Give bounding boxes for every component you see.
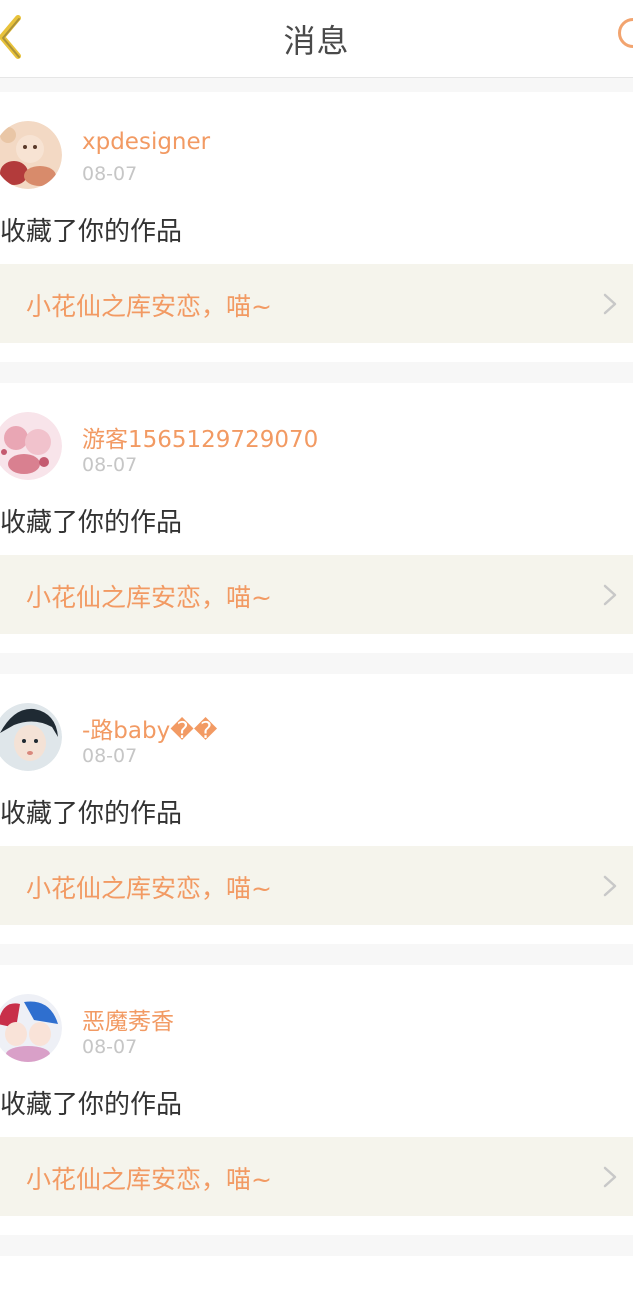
action-text: 收藏了你的作品 (0, 799, 183, 829)
avatar[interactable] (0, 703, 62, 771)
chevron-right-icon (603, 293, 617, 315)
action-text: 收藏了你的作品 (0, 1090, 183, 1120)
avatar[interactable] (0, 412, 62, 480)
username[interactable]: 恶魔莠香 (82, 1002, 174, 1036)
work-link[interactable]: 小花仙之库安恋，喵~ (0, 264, 633, 343)
avatar[interactable] (0, 994, 62, 1062)
username[interactable]: -路baby�� (82, 711, 217, 745)
message-date: 08-07 (82, 1036, 138, 1058)
work-title: 小花仙之库安恋，喵~ (26, 1165, 272, 1194)
message-card: xpdesigner 08-07 收藏了你的作品 小花仙之库安恋，喵~ (0, 92, 633, 362)
work-link[interactable]: 小花仙之库安恋，喵~ (0, 1137, 633, 1216)
page-title: 消息 (283, 22, 350, 60)
chevron-right-icon (603, 584, 617, 606)
action-text: 收藏了你的作品 (0, 217, 183, 247)
message-list: xpdesigner 08-07 收藏了你的作品 小花仙之库安恋，喵~ 游客15… (0, 92, 633, 1316)
message-card: 恶魔莠香 08-07 收藏了你的作品 小花仙之库安恋，喵~ (0, 965, 633, 1235)
message-card: 游客1565129729070 08-07 收藏了你的作品 小花仙之库安恋，喵~ (0, 383, 633, 653)
work-link[interactable]: 小花仙之库安恋，喵~ (0, 555, 633, 634)
message-card: -路baby�� 08-07 收藏了你的作品 小花仙之库安恋，喵~ (0, 674, 633, 944)
avatar[interactable] (0, 121, 62, 189)
work-link[interactable]: 小花仙之库安恋，喵~ (0, 846, 633, 925)
chevron-right-icon (603, 1166, 617, 1188)
username[interactable]: 游客1565129729070 (82, 420, 318, 454)
work-title: 小花仙之库安恋，喵~ (26, 583, 272, 612)
action-text: 收藏了你的作品 (0, 508, 183, 538)
username[interactable]: xpdesigner (82, 129, 210, 155)
chevron-right-icon (603, 875, 617, 897)
message-date: 08-07 (82, 454, 138, 476)
top-bar: 消息 (0, 0, 633, 78)
work-title: 小花仙之库安恋，喵~ (26, 874, 272, 903)
message-date: 08-07 (82, 745, 138, 767)
message-card-partial (0, 1256, 633, 1316)
work-title: 小花仙之库安恋，喵~ (26, 292, 272, 321)
message-date: 08-07 (82, 163, 138, 185)
